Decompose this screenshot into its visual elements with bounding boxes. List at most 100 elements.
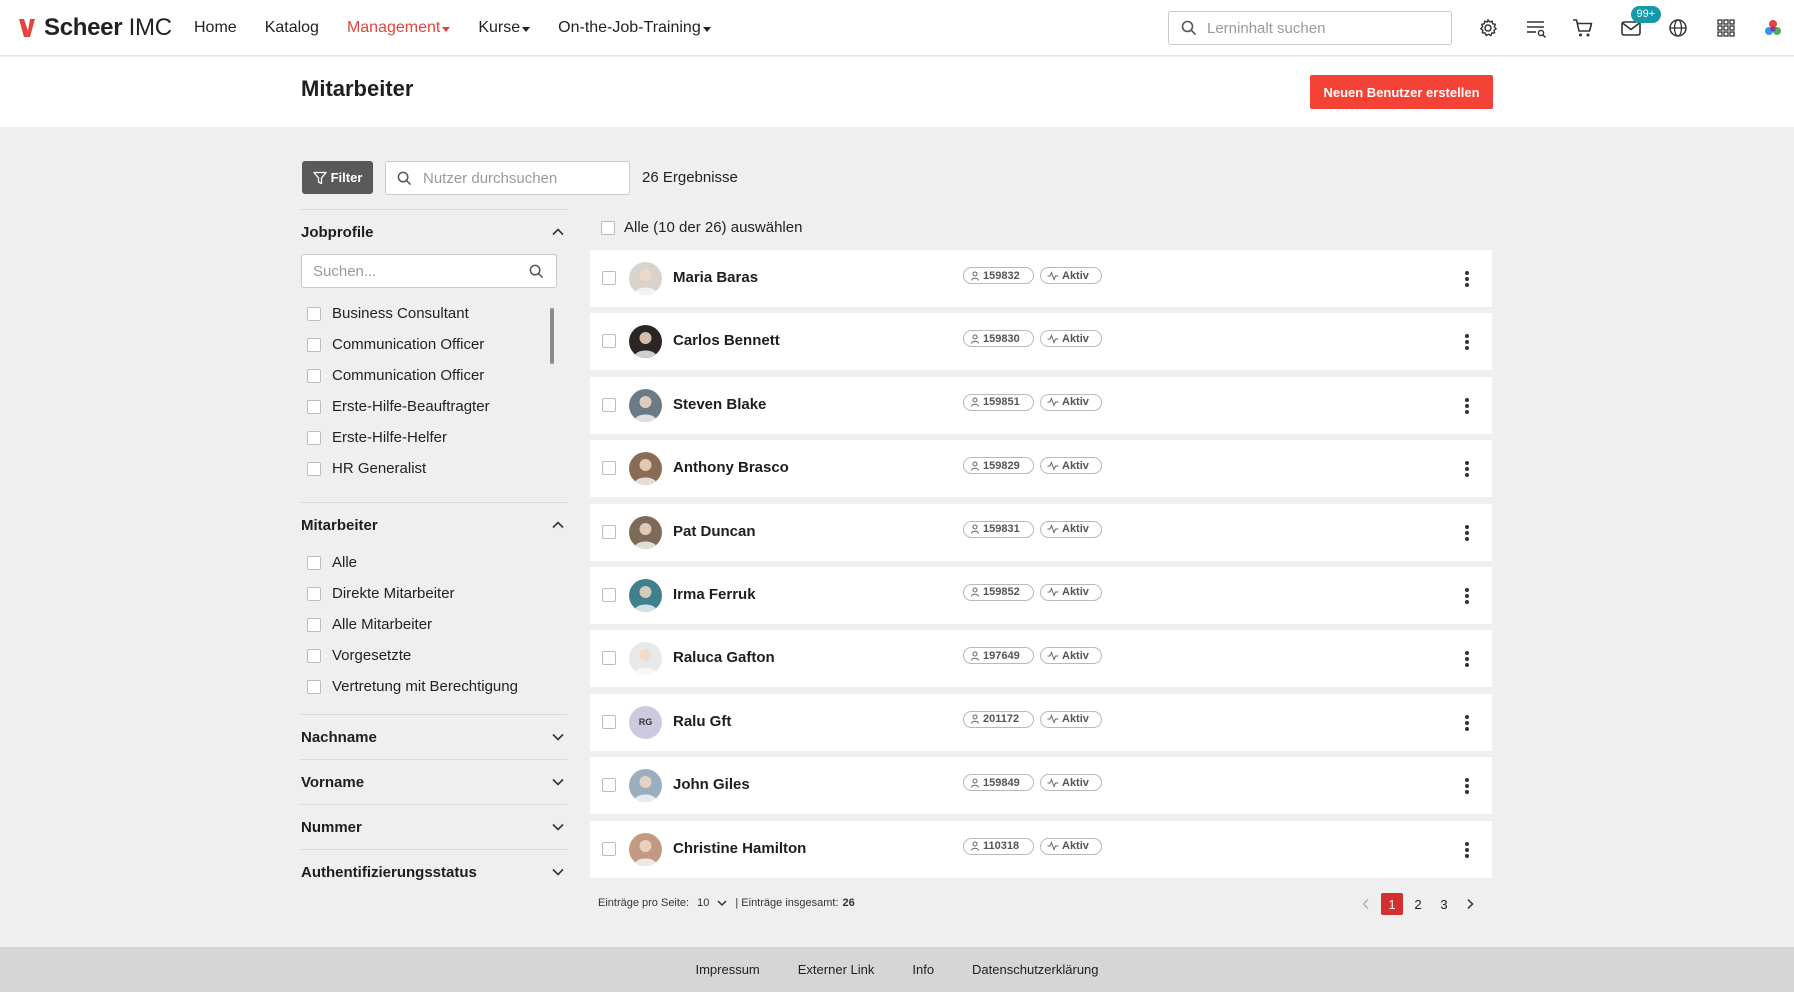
more-options-icon[interactable] (1460, 269, 1474, 289)
nav-katalog[interactable]: Katalog (265, 19, 319, 37)
row-checkbox[interactable] (602, 714, 616, 729)
scheer-imc-logo[interactable]: Scheer IMC (18, 14, 172, 41)
row-checkbox[interactable] (602, 334, 616, 349)
checkbox[interactable] (307, 617, 321, 632)
row-checkbox[interactable] (602, 778, 616, 793)
row-checkbox[interactable] (602, 271, 616, 285)
page-button-2[interactable]: 2 (1407, 893, 1429, 915)
mitarbeiter-option[interactable]: Vertretung mit Berechtigung (301, 671, 567, 702)
checkbox[interactable] (307, 586, 321, 601)
jobprofile-option[interactable]: Business Consultant (301, 298, 557, 329)
footer-link-external[interactable]: Externer Link (798, 962, 875, 977)
page-button-3[interactable]: 3 (1433, 893, 1455, 915)
more-options-icon[interactable] (1460, 459, 1474, 479)
mitarbeiter-option[interactable]: Direkte Mitarbeiter (301, 578, 567, 609)
select-all-checkbox[interactable] (601, 220, 615, 235)
nav-management[interactable]: Management (347, 19, 451, 37)
row-checkbox[interactable] (602, 651, 616, 666)
user-row[interactable]: Christine Hamilton 110318 Aktiv (590, 820, 1492, 878)
cart-icon[interactable] (1569, 14, 1597, 42)
nav-on-the-job-training[interactable]: On-the-Job-Training (558, 19, 711, 37)
user-name[interactable]: Raluca Gafton (673, 649, 775, 666)
user-row[interactable]: Irma Ferruk 159852 Aktiv (590, 566, 1492, 624)
more-options-icon[interactable] (1460, 713, 1474, 733)
checkbox[interactable] (307, 430, 321, 445)
jobprofile-search-input[interactable] (313, 262, 513, 280)
per-page-select[interactable]: 10 (697, 897, 727, 909)
brand-icon[interactable] (1759, 14, 1787, 42)
nav-kurse[interactable]: Kurse (478, 19, 531, 37)
more-options-icon[interactable] (1460, 332, 1474, 352)
checkbox[interactable] (307, 555, 321, 570)
select-all-toggle[interactable]: Alle (10 der 26) auswählen (601, 219, 802, 236)
user-name[interactable]: Irma Ferruk (673, 586, 756, 603)
row-checkbox[interactable] (602, 587, 616, 602)
user-name[interactable]: Steven Blake (673, 396, 766, 413)
user-row[interactable]: RG Ralu Gft 201172 Aktiv (590, 693, 1492, 751)
filter-section-toggle[interactable]: Mitarbeiter (301, 503, 567, 547)
user-row[interactable]: Pat Duncan 159831 Aktiv (590, 503, 1492, 561)
filter-section-toggle[interactable]: Nummer (301, 805, 567, 849)
user-row[interactable]: John Giles 159849 Aktiv (590, 757, 1492, 815)
row-checkbox[interactable] (602, 461, 616, 476)
jobprofile-option[interactable]: Erste-Hilfe-Beauftragter (301, 391, 557, 422)
checkbox[interactable] (307, 679, 321, 694)
checkbox[interactable] (307, 461, 321, 476)
content-search-input[interactable] (1207, 19, 1427, 37)
more-options-icon[interactable] (1460, 523, 1474, 543)
apps-grid-icon[interactable] (1712, 14, 1740, 42)
row-checkbox[interactable] (602, 524, 616, 539)
user-name[interactable]: Pat Duncan (673, 523, 756, 540)
user-row[interactable]: Maria Baras 159832 Aktiv (590, 250, 1492, 307)
more-options-icon[interactable] (1460, 396, 1474, 416)
globe-icon[interactable] (1664, 14, 1692, 42)
next-page-button[interactable] (1459, 893, 1481, 915)
user-name[interactable]: Ralu Gft (673, 713, 731, 730)
user-row[interactable]: Steven Blake 159851 Aktiv (590, 376, 1492, 434)
gear-icon[interactable] (1474, 14, 1502, 42)
page-button-1[interactable]: 1 (1381, 893, 1403, 915)
user-name[interactable]: Maria Baras (673, 269, 758, 286)
jobprofile-option[interactable]: Erste-Hilfe-Helfer (301, 422, 557, 453)
mail-icon[interactable]: 99+ (1617, 6, 1662, 42)
more-options-icon[interactable] (1460, 840, 1474, 860)
checkbox[interactable] (307, 306, 321, 321)
more-options-icon[interactable] (1460, 649, 1474, 669)
mitarbeiter-option[interactable]: Vorgesetzte (301, 640, 567, 671)
footer-link-privacy[interactable]: Datenschutzerklärung (972, 962, 1098, 977)
chevron-down-icon (552, 823, 564, 831)
user-row[interactable]: Carlos Bennett 159830 Aktiv (590, 313, 1492, 371)
filter-section-toggle[interactable]: Authentifizierungsstatus (301, 850, 567, 894)
nav-home[interactable]: Home (194, 19, 237, 37)
user-name[interactable]: Christine Hamilton (673, 840, 806, 857)
jobprofile-option[interactable]: Communication Officer (301, 329, 557, 360)
filter-button[interactable]: Filter (302, 161, 373, 194)
filter-section-toggle[interactable]: Jobprofile (301, 210, 567, 254)
user-row[interactable]: Anthony Brasco 159829 Aktiv (590, 440, 1492, 498)
row-checkbox[interactable] (602, 841, 616, 856)
user-name[interactable]: John Giles (673, 776, 750, 793)
user-name[interactable]: Carlos Bennett (673, 332, 780, 349)
user-row[interactable]: Raluca Gafton 197649 Aktiv (590, 630, 1492, 688)
checkbox[interactable] (307, 399, 321, 414)
mitarbeiter-option[interactable]: Alle Mitarbeiter (301, 609, 567, 640)
user-name[interactable]: Anthony Brasco (673, 459, 789, 476)
user-search-input[interactable] (423, 169, 613, 187)
filter-section-toggle[interactable]: Nachname (301, 715, 567, 759)
create-user-button[interactable]: Neuen Benutzer erstellen (1310, 75, 1493, 109)
footer-link-info[interactable]: Info (912, 962, 934, 977)
footer-link-impressum[interactable]: Impressum (695, 962, 759, 977)
checkbox[interactable] (307, 368, 321, 383)
prev-page-button[interactable] (1355, 893, 1377, 915)
row-checkbox[interactable] (602, 397, 616, 412)
more-options-icon[interactable] (1460, 586, 1474, 606)
mitarbeiter-option[interactable]: Alle (301, 547, 567, 578)
list-scrollbar[interactable] (550, 308, 554, 364)
filter-list-icon[interactable] (1522, 14, 1550, 42)
checkbox[interactable] (307, 337, 321, 352)
more-options-icon[interactable] (1460, 776, 1474, 796)
jobprofile-option[interactable]: HR Generalist (301, 453, 557, 484)
jobprofile-option[interactable]: Communication Officer (301, 360, 557, 391)
checkbox[interactable] (307, 648, 321, 663)
filter-section-toggle[interactable]: Vorname (301, 760, 567, 804)
